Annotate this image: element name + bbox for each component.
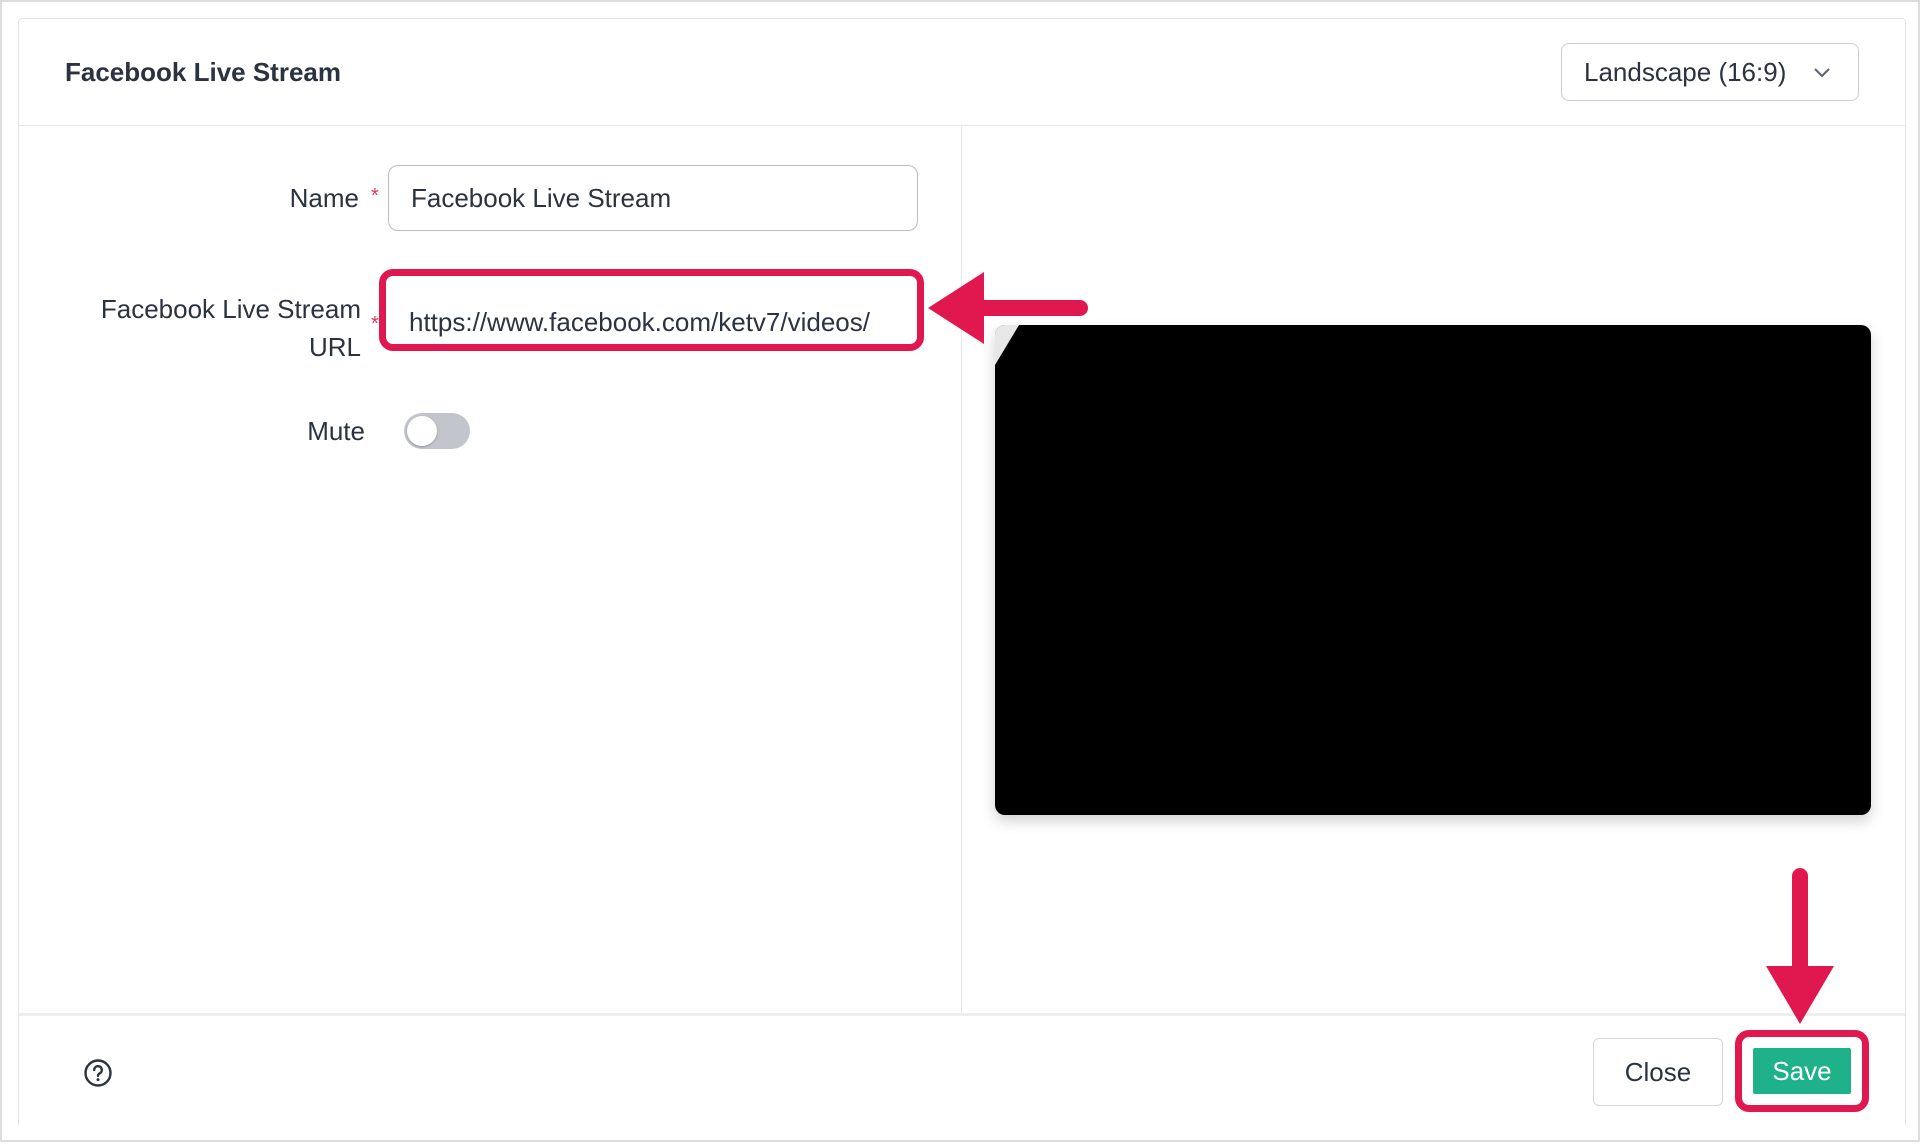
annotation-overlay bbox=[928, 272, 1834, 1024]
screenshot-frame: Facebook Live Stream Landscape (16:9) Na… bbox=[0, 0, 1920, 1142]
down-arrow-icon bbox=[1766, 868, 1834, 1024]
left-arrow-icon bbox=[928, 272, 1088, 344]
